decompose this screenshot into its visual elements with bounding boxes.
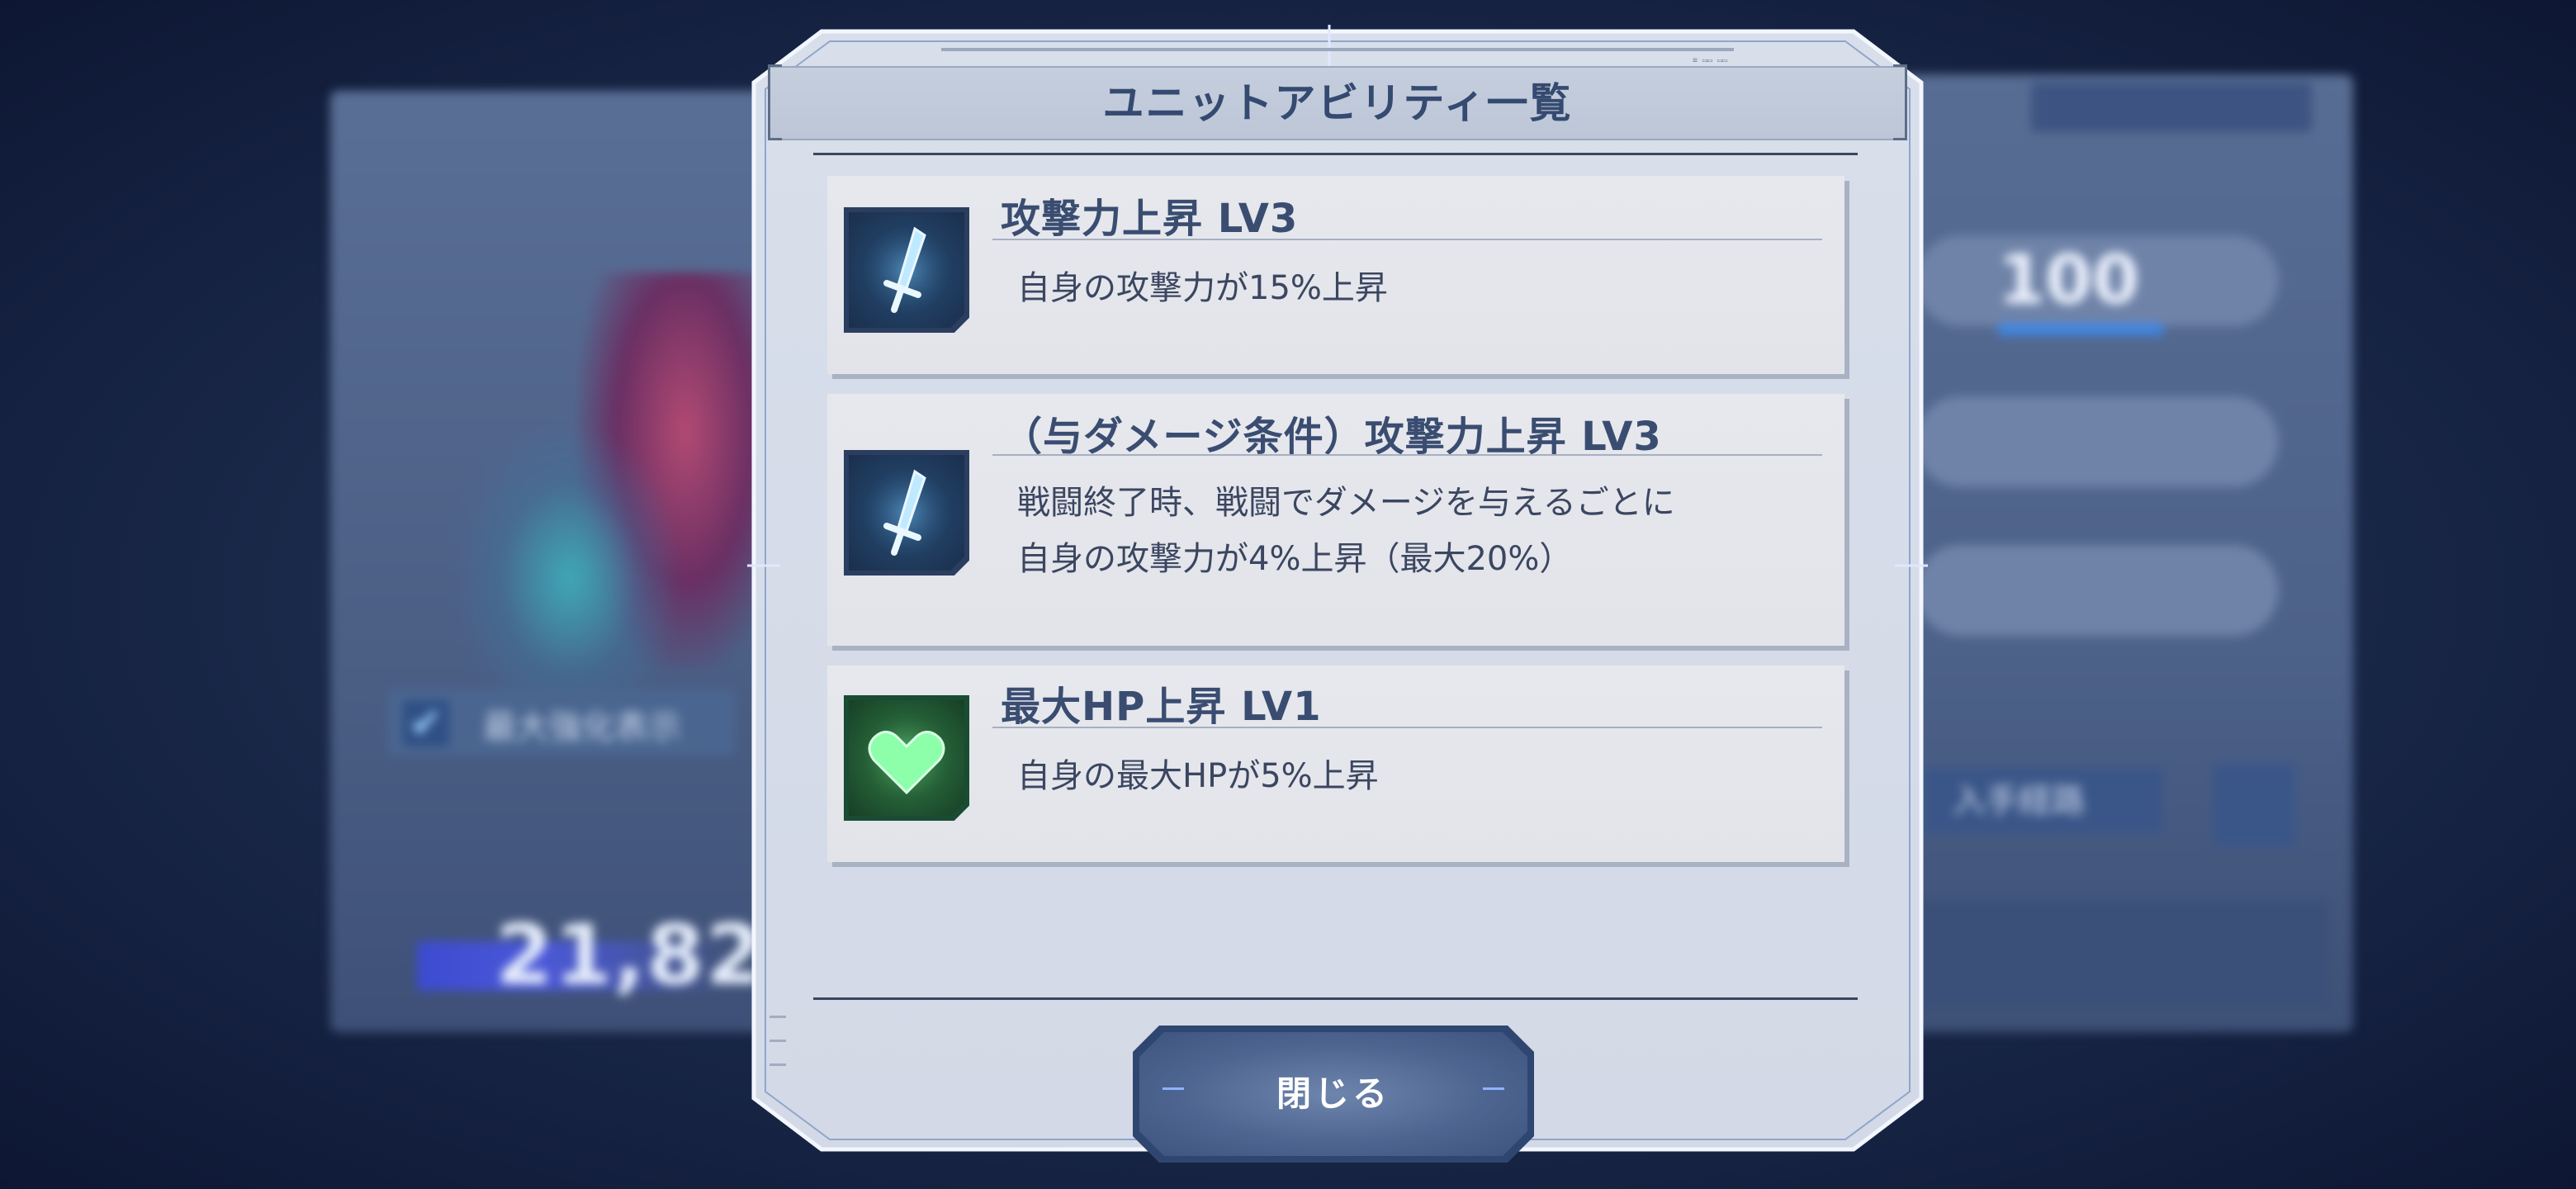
bg-pill-3 <box>1915 545 2279 636</box>
ability-name: 攻撃力上昇 LV3 <box>1001 196 1299 242</box>
title-bracket-right <box>1893 64 1907 140</box>
bg-top-button <box>2031 83 2312 132</box>
bg-bottom-panel <box>1882 900 2328 1007</box>
close-button-label: 閉じる <box>1276 1073 1390 1114</box>
title-decoration-line <box>941 48 1734 51</box>
ability-name: 最大HP上昇 LV1 <box>1001 684 1322 730</box>
title-bracket-left <box>768 64 782 140</box>
ability-description: 自身の攻撃力が15%上昇 <box>1017 269 1388 307</box>
dialog-title-bar: ユニットアビリティ一覧 <box>768 64 1907 140</box>
close-button[interactable]: 閉じる <box>1139 1032 1527 1156</box>
ability-description-line-1: 戦闘終了時、戦闘でダメージを与えるごとに <box>1017 484 1675 522</box>
bg-level-bar <box>1998 324 2163 335</box>
bg-pill-2 <box>1915 396 2279 487</box>
document-icon <box>2213 764 2295 846</box>
bottom-divider <box>813 997 1858 1000</box>
bg-max-enhance-label: 最大強化表示 <box>483 708 681 746</box>
bg-unit-art-secondary <box>462 429 677 727</box>
ability-card: 最大HP上昇 LV1 自身の最大HPが5%上昇 <box>827 666 1844 862</box>
ability-description-line-2: 自身の攻撃力が4%上昇（最大20%） <box>1017 540 1573 578</box>
bg-acquire-button: 入手経路 <box>1924 768 2163 834</box>
ability-card: 攻撃力上昇 LV3 自身の攻撃力が15%上昇 <box>827 176 1844 374</box>
ability-description: 自身の最大HPが5%上昇 <box>1017 757 1379 795</box>
checkmark-icon: ✔ <box>403 700 449 746</box>
ability-name: （与ダメージ条件）攻撃力上昇 LV3 <box>1002 414 1662 460</box>
sword-icon <box>844 207 969 333</box>
ability-name-rule <box>992 239 1822 240</box>
ability-name-rule <box>992 454 1822 456</box>
ability-name-rule <box>992 727 1822 728</box>
side-ticks-decoration <box>769 1016 789 1115</box>
top-divider <box>813 153 1858 155</box>
title-decoration-code: ≡ ▭▭ ▭▭ <box>1693 56 1728 65</box>
bg-level-value: 100 <box>1998 241 2140 320</box>
dialog-title: ユニットアビリティ一覧 <box>1102 79 1573 127</box>
ability-card: （与ダメージ条件）攻撃力上昇 LV3 戦闘終了時、戦闘でダメージを与えるごとに … <box>827 394 1844 646</box>
sword-icon <box>844 450 969 576</box>
heart-icon <box>844 695 969 821</box>
